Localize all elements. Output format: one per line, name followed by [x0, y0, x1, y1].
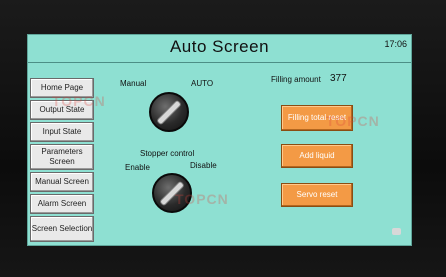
- servo-reset-button[interactable]: Servo reset: [281, 183, 353, 207]
- sidebar-item-input-state[interactable]: Input State: [30, 122, 94, 142]
- sidebar-item-parameters-screen[interactable]: Parameters Screen: [30, 144, 94, 170]
- sidebar-item-alarm-screen[interactable]: Alarm Screen: [30, 194, 94, 214]
- sidebar-item-manual-screen[interactable]: Manual Screen: [30, 172, 94, 192]
- sidebar-item-screen-selection[interactable]: Screen Selection: [30, 216, 94, 242]
- title-divider: [28, 62, 411, 63]
- add-liquid-button[interactable]: Add liquid: [281, 144, 353, 168]
- mode-auto-label: AUTO: [191, 79, 214, 88]
- watermark: TOPCN: [52, 93, 106, 109]
- watermark: TOPCN: [326, 113, 380, 129]
- stopper-disable-label: Disable: [190, 161, 217, 170]
- stopper-enable-label: Enable: [125, 163, 150, 172]
- hmi-screen: Auto Screen 17:06 Home Page Output State…: [27, 34, 412, 246]
- filling-amount-label: Filling amount: [271, 75, 321, 84]
- watermark: TOPCN: [175, 191, 229, 207]
- filling-amount-value: 377: [330, 73, 347, 84]
- page-title: Auto Screen: [169, 37, 270, 56]
- knob-indicator: [155, 98, 183, 126]
- stopper-control-label: Stopper control: [140, 149, 195, 158]
- mode-selector-knob[interactable]: [149, 92, 189, 132]
- usb-port-icon: [392, 228, 401, 235]
- mode-manual-label: Manual: [120, 79, 147, 88]
- clock: 17:06: [384, 39, 407, 49]
